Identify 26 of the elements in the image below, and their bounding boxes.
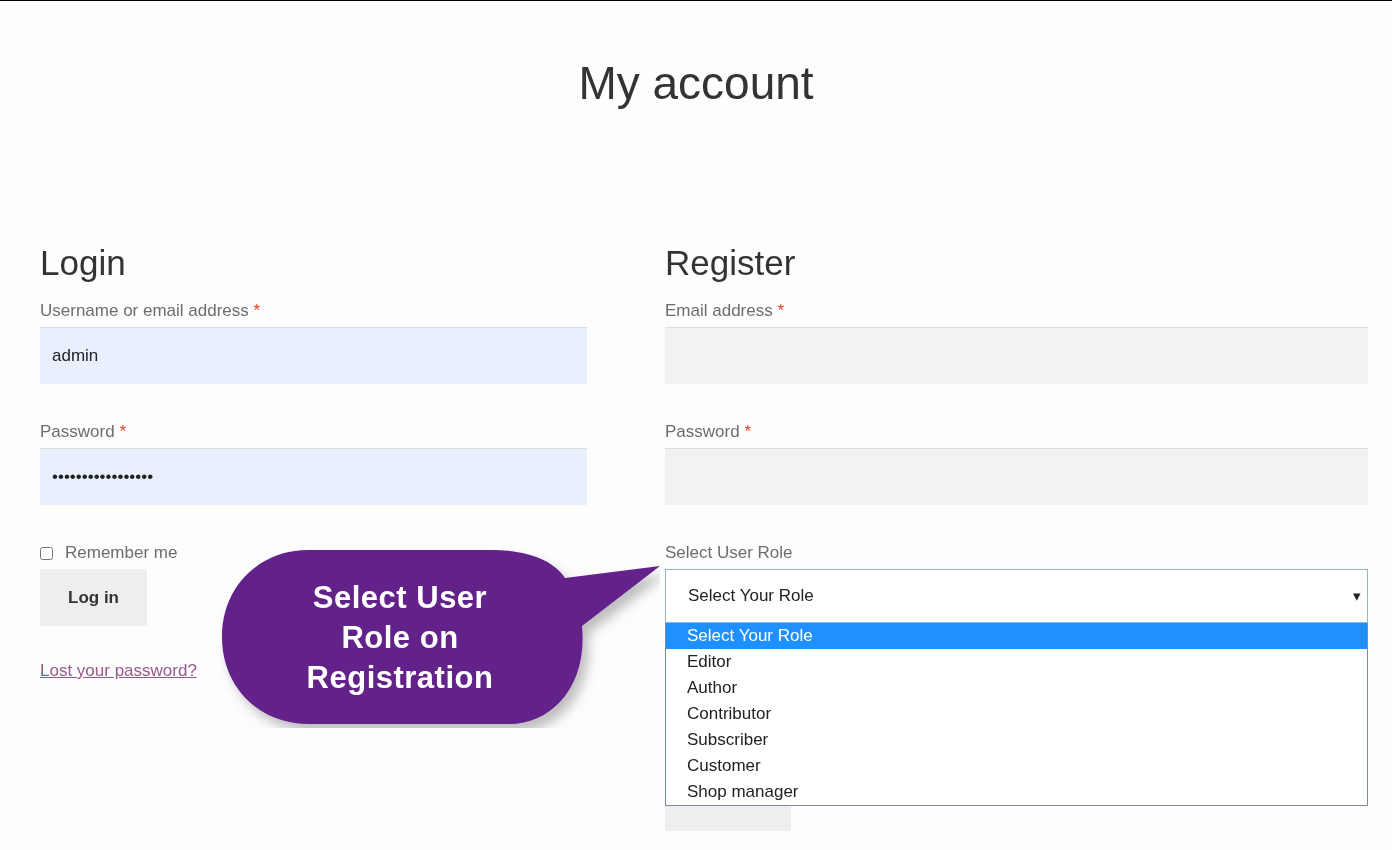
field-label: Select User Role bbox=[665, 542, 793, 564]
section-heading: Register bbox=[665, 242, 797, 284]
section-heading: Login bbox=[40, 242, 127, 284]
input-field[interactable]: admin bbox=[40, 327, 587, 384]
field-label: Username or email address * bbox=[40, 300, 261, 322]
dropdown-option[interactable]: Shop manager bbox=[666, 779, 1367, 805]
select-field[interactable]: Select Your Role ▾ bbox=[665, 569, 1368, 623]
field-label: Email address * bbox=[665, 300, 785, 322]
input-field[interactable] bbox=[665, 327, 1368, 384]
dropdown-option[interactable]: Customer bbox=[666, 753, 1367, 779]
field-label: Password * bbox=[665, 421, 751, 443]
checkbox-label: Remember me bbox=[65, 542, 178, 564]
lost-password-link[interactable]: Lost your password? bbox=[40, 658, 197, 684]
page-title: My account bbox=[577, 56, 815, 111]
dropdown-option[interactable]: Contributor bbox=[666, 701, 1367, 727]
input-field[interactable] bbox=[665, 448, 1368, 505]
login-button[interactable]: Log in bbox=[40, 569, 147, 626]
caret-icon: ▾ bbox=[1353, 584, 1361, 608]
dropdown-option[interactable]: Subscriber bbox=[666, 727, 1367, 753]
checkbox[interactable] bbox=[40, 546, 53, 560]
callout-text: Select User Role on Registration bbox=[305, 579, 495, 697]
select-value: Select Your Role bbox=[688, 585, 814, 608]
dropdown-option[interactable]: Editor bbox=[666, 649, 1367, 675]
input-field[interactable]: ••••••••••••••••• bbox=[40, 448, 587, 505]
field-label: Password * bbox=[40, 421, 126, 443]
dropdown-option[interactable]: Author bbox=[666, 675, 1367, 701]
